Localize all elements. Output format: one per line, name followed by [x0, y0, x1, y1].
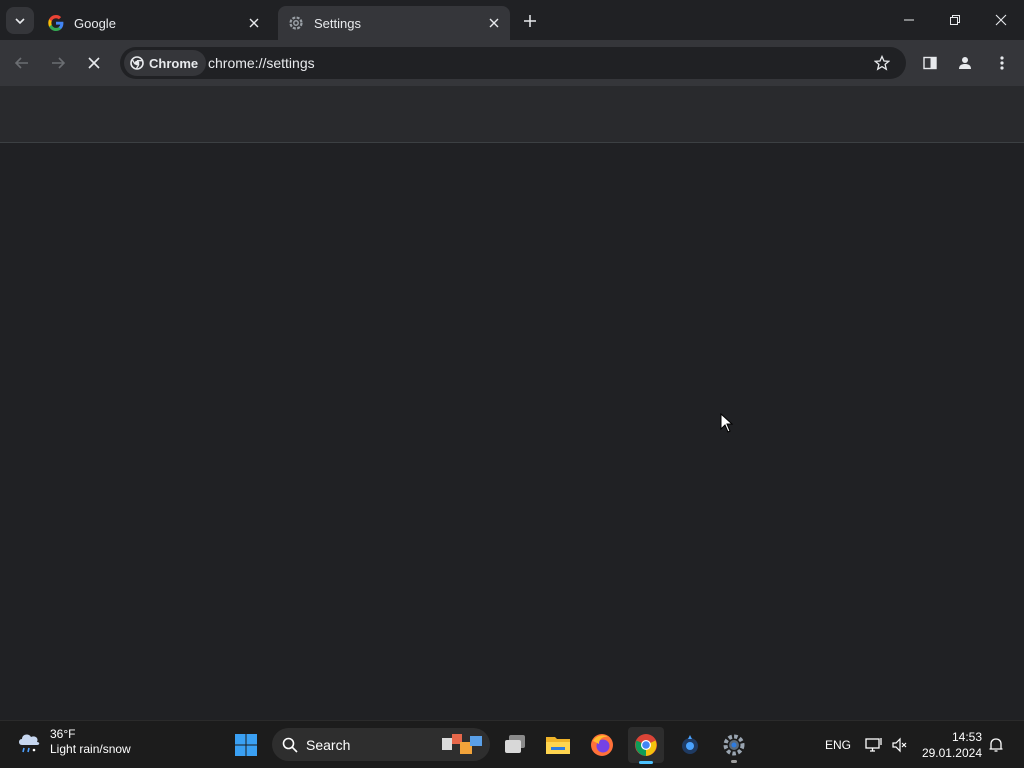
task-view-button[interactable]	[497, 727, 533, 763]
tab-title: Google	[74, 15, 116, 31]
task-view-icon	[505, 735, 525, 753]
restore-button[interactable]	[932, 0, 978, 40]
taskbar-search-box[interactable]: Search	[272, 728, 490, 761]
file-explorer-button[interactable]	[540, 727, 576, 763]
weather-temperature: 36°F	[50, 727, 76, 741]
search-placeholder: Search	[306, 736, 351, 753]
url-text[interactable]: chrome://settings	[208, 55, 315, 71]
back-arrow-icon	[14, 57, 28, 69]
close-tab-icon[interactable]	[484, 13, 504, 33]
tab-settings[interactable]: Settings	[278, 6, 510, 40]
close-tab-icon[interactable]	[244, 13, 264, 33]
minimize-button[interactable]	[886, 0, 932, 40]
volume-muted-icon[interactable]	[890, 735, 910, 755]
weather-condition: Light rain/snow	[50, 742, 131, 756]
restore-icon	[950, 15, 960, 25]
more-vertical-icon	[1000, 56, 1004, 70]
firefox-icon	[591, 734, 613, 756]
tab-strip: Google Settings	[0, 0, 1024, 40]
notification-bell-icon[interactable]	[986, 735, 1006, 755]
firefox-button[interactable]	[584, 727, 620, 763]
blue-app-icon	[682, 735, 698, 754]
google-g-icon	[48, 15, 64, 31]
forward-arrow-icon	[52, 57, 66, 69]
chrome-taskbar-button[interactable]	[628, 727, 664, 764]
clock-time: 14:53	[951, 730, 982, 744]
network-icon[interactable]	[864, 735, 884, 755]
stop-loading-button[interactable]	[81, 50, 107, 76]
chrome-chip[interactable]: Chrome	[124, 50, 207, 76]
profile-avatar-icon	[959, 57, 971, 69]
clock-date: 29.01.2024	[921, 746, 982, 760]
browser-toolbar: Chrome chrome://settings	[0, 40, 1024, 86]
side-panel-icon	[923, 56, 937, 70]
star-icon	[874, 55, 890, 71]
stop-icon	[88, 57, 100, 69]
weather-widget[interactable]: 36°F Light rain/snow	[16, 727, 131, 757]
mouse-cursor-icon	[720, 412, 734, 438]
close-icon	[995, 14, 1007, 26]
profile-button[interactable]	[952, 50, 978, 76]
page-content	[0, 143, 1024, 720]
new-tab-button[interactable]	[518, 9, 542, 33]
tab-search-button[interactable]	[6, 7, 34, 34]
system-clock[interactable]: 14:53 29.01.2024	[920, 729, 982, 761]
close-window-button[interactable]	[978, 0, 1024, 40]
plus-icon	[524, 15, 536, 27]
minimize-icon	[904, 19, 914, 21]
chevron-down-icon	[15, 17, 25, 24]
chrome-logo-icon	[130, 56, 144, 70]
search-icon	[282, 737, 298, 753]
settings-header-bar	[0, 86, 1024, 143]
tab-google[interactable]: Google	[38, 6, 270, 40]
tab-title: Settings	[314, 15, 361, 31]
address-bar[interactable]: Chrome chrome://settings	[120, 47, 906, 79]
settings-gear-icon	[288, 15, 304, 31]
gear-icon	[723, 734, 745, 756]
active-app-indicator	[639, 761, 653, 764]
back-button[interactable]	[9, 50, 35, 76]
search-highlight-icon	[442, 734, 482, 754]
folder-icon	[546, 737, 570, 754]
app-button[interactable]	[672, 727, 708, 763]
chrome-menu-button[interactable]	[989, 50, 1015, 76]
start-button[interactable]	[228, 727, 264, 763]
side-panel-button[interactable]	[917, 50, 943, 76]
running-app-indicator	[731, 760, 737, 763]
bookmark-star-button[interactable]	[872, 53, 892, 73]
forward-button[interactable]	[45, 50, 71, 76]
windows-logo-icon	[235, 734, 257, 756]
chip-label: Chrome	[149, 55, 199, 71]
chrome-icon	[635, 734, 657, 756]
rain-snow-cloud-icon	[19, 734, 40, 753]
windows-taskbar: 36°F Light rain/snow Search ENG 14:53 29…	[0, 720, 1024, 768]
settings-taskbar-button[interactable]	[716, 727, 752, 763]
input-language[interactable]: ENG	[825, 738, 851, 752]
